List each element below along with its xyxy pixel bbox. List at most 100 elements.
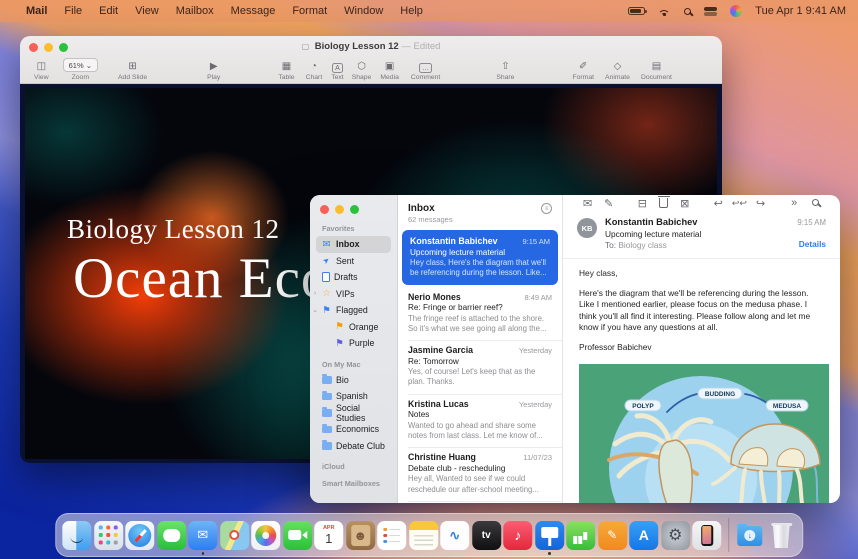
keynote-tool-shape[interactable]: ⬡Shape (352, 60, 372, 81)
menu-window[interactable]: Window (344, 5, 383, 17)
filter-icon[interactable]: ≡ (541, 203, 552, 214)
menu-message[interactable]: Message (231, 5, 276, 17)
wifi-icon[interactable] (658, 6, 671, 16)
dock-calendar-icon[interactable]: APR1 (314, 521, 343, 550)
dock-trash-icon[interactable] (767, 521, 796, 550)
keynote-tool-label: Text (331, 74, 343, 81)
sidebar-item-drafts[interactable]: Drafts (316, 269, 391, 286)
reply-icon[interactable]: ↩ (708, 197, 729, 210)
sidebar-item-social-studies[interactable]: Social Studies (316, 405, 391, 422)
message-list-item[interactable]: Jasmine GarciaYesterdayRe: TomorrowYes, … (398, 340, 562, 394)
message-time: 11/07/23 (523, 453, 552, 462)
menu-bar-clock[interactable]: Tue Apr 1 9:41 AM (755, 5, 846, 17)
dock-contacts-icon[interactable] (346, 521, 375, 550)
dock-appstore-icon[interactable]: A (629, 521, 658, 550)
dock-settings-icon[interactable]: ⚙ (661, 521, 690, 550)
keynote-tool-media[interactable]: ▣Media (380, 60, 399, 81)
dock-reminders-icon[interactable] (377, 521, 406, 550)
menu-file[interactable]: File (64, 5, 82, 17)
dock-maps-icon[interactable] (220, 521, 249, 550)
compose-icon[interactable]: ✎ (598, 197, 619, 210)
message-list-item[interactable]: Konstantin Babichev9:15 AMUpcoming lectu… (402, 230, 558, 285)
flag-orange-icon: ⚑ (334, 322, 345, 332)
keynote-tool-add-slide[interactable]: ⊞Add Slide (118, 60, 147, 81)
close-button[interactable] (320, 205, 329, 214)
sidebar-item-economics[interactable]: Economics (316, 421, 391, 438)
keynote-tool-format[interactable]: ✐Format (572, 60, 594, 81)
chevron-right-icon[interactable]: › (312, 290, 318, 297)
dock-facetime-icon[interactable] (283, 521, 312, 550)
message-list-item[interactable]: Christine Huang11/07/23Debate club - res… (398, 447, 562, 501)
sidebar-item-label: Drafts (334, 272, 357, 282)
trash-icon[interactable] (653, 195, 674, 211)
sidebar-item-bio[interactable]: Bio (316, 372, 391, 389)
keynote-tool-animate[interactable]: ◇Animate (605, 60, 630, 81)
menu-help[interactable]: Help (400, 5, 423, 17)
sidebar-item-inbox[interactable]: ✉Inbox (316, 236, 391, 253)
dock-messages-icon[interactable] (157, 521, 186, 550)
sidebar-item-vips[interactable]: ›☆VIPs (316, 286, 391, 303)
table-icon: ▦ (282, 60, 291, 73)
dock-appletv-icon[interactable]: tv (472, 521, 501, 550)
calendar-day: 1 (325, 532, 332, 546)
dock-photos-icon[interactable] (251, 521, 280, 550)
reply-all-icon[interactable]: ↩↩ (729, 198, 750, 209)
keynote-tool-document[interactable]: ▤Document (641, 60, 672, 81)
message-subject: Re: Fringe or barrier reef? (408, 303, 552, 312)
sidebar-item-debate-club[interactable]: Debate Club (316, 438, 391, 455)
dock-numbers-icon[interactable] (566, 521, 595, 550)
dock-safari-icon[interactable] (125, 521, 154, 550)
keynote-tool-zoom[interactable]: 61% ⌄Zoom (63, 58, 98, 81)
junk-icon[interactable]: ⊠ (674, 197, 695, 210)
menu-edit[interactable]: Edit (99, 5, 118, 17)
sidebar-item-label: Economics (336, 424, 379, 434)
dock-notes-icon[interactable] (409, 521, 438, 550)
zoom-button[interactable] (350, 205, 359, 214)
sidebar-item-orange[interactable]: ⚑Orange (316, 319, 391, 336)
sidebar-item-purple[interactable]: ⚑Purple (316, 335, 391, 352)
dock-pages-icon[interactable]: ✎ (598, 521, 627, 550)
folder-icon (322, 393, 332, 401)
comment-icon: … (419, 63, 432, 73)
details-link[interactable]: Details (797, 239, 826, 249)
jellyfish-lifecycle-diagram[interactable]: POLYP BUDDING MEDUSA (579, 364, 829, 503)
archive-icon[interactable]: ⊟ (632, 197, 653, 210)
slide-kicker-text[interactable]: Biology Lesson 12 (67, 214, 280, 245)
keynote-tool-table[interactable]: ▦Table (278, 60, 294, 81)
menu-format[interactable]: Format (292, 5, 327, 17)
keynote-tool-play[interactable]: ▶Play (207, 60, 220, 81)
dock-freeform-icon[interactable]: ∿ (440, 521, 469, 550)
sidebar-item-flagged[interactable]: ⌄⚑Flagged (316, 302, 391, 319)
spotlight-search-icon[interactable] (684, 8, 691, 15)
dock-iphone-icon[interactable] (692, 521, 721, 550)
dock-mail-icon[interactable]: ✉ (188, 521, 217, 550)
dock-downloads-icon[interactable]: ↓ (735, 521, 764, 550)
forward-icon[interactable]: ↪ (750, 197, 771, 210)
search-icon[interactable] (805, 197, 826, 209)
keynote-tool-view[interactable]: ◫View (34, 60, 49, 81)
message-list-item[interactable]: Nerio Mones8:49 AMRe: Fringe or barrier … (398, 287, 562, 341)
chevron-down-icon[interactable]: ⌄ (312, 306, 318, 314)
get-mail-icon[interactable]: ✉ (577, 197, 598, 210)
dock-launchpad-icon[interactable] (94, 521, 123, 550)
keynote-tool-chart[interactable]: ◔Chart (306, 60, 323, 81)
more-icon[interactable]: » (784, 197, 805, 209)
siri-icon[interactable] (730, 5, 742, 17)
dock-keynote-icon[interactable] (535, 521, 564, 550)
keynote-tool-share[interactable]: ⇧Share (496, 60, 514, 81)
menu-mailbox[interactable]: Mailbox (176, 5, 214, 17)
battery-icon[interactable] (628, 7, 645, 15)
sidebar-item-sent[interactable]: ➤Sent (316, 253, 391, 270)
keynote-tool-comment[interactable]: …Comment (411, 61, 440, 81)
menu-view[interactable]: View (135, 5, 159, 17)
keynote-tool-label: Format (572, 74, 594, 81)
zoom-level-value[interactable]: 61% ⌄ (63, 58, 98, 72)
keynote-tool-text[interactable]: AText (331, 61, 343, 81)
menu-mail[interactable]: Mail (26, 5, 47, 17)
minimize-button[interactable] (335, 205, 344, 214)
message-list-item[interactable]: Kristina LucasYesterdayNotesWanted to go… (398, 394, 562, 448)
dock-music-icon[interactable]: ♪ (503, 521, 532, 550)
message-list-item[interactable]: Darla Davidson11/05/23Tomorrow's classAs… (398, 501, 562, 503)
dock-finder-icon[interactable] (62, 521, 91, 550)
control-center-icon[interactable] (704, 7, 717, 16)
